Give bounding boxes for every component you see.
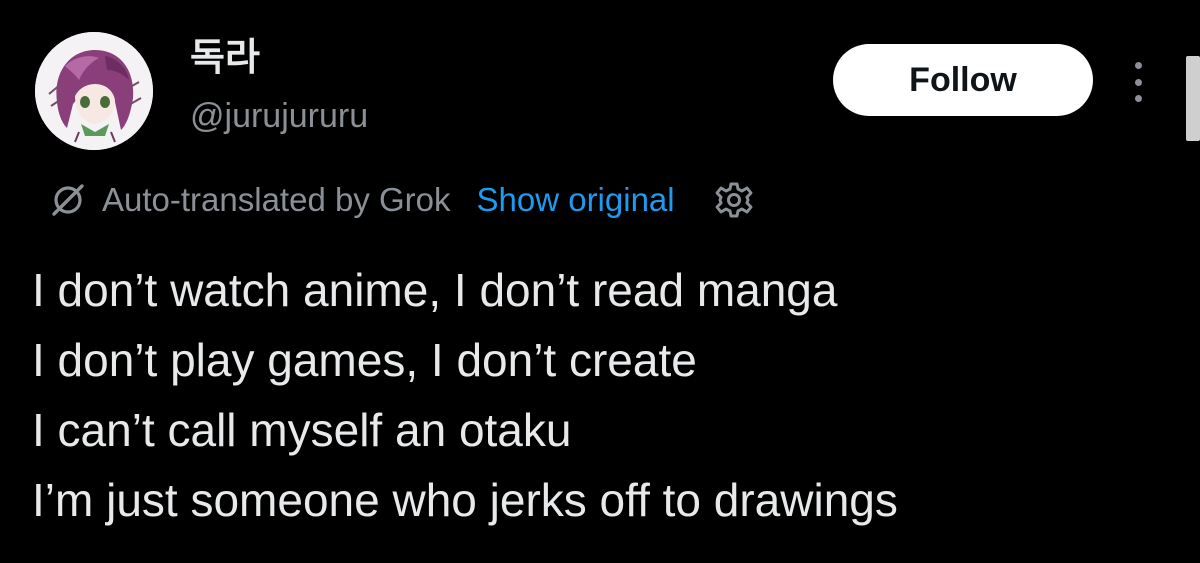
more-dot: [1134, 62, 1142, 69]
display-name[interactable]: 독라: [190, 37, 260, 80]
avatar[interactable]: [35, 32, 153, 150]
tweet-text: I don’t watch anime, I don’t read manga …: [32, 255, 898, 535]
tweet-line: I don’t watch anime, I don’t read manga: [32, 264, 838, 316]
gear-icon[interactable]: [713, 179, 755, 221]
follow-button[interactable]: Follow: [833, 44, 1093, 116]
scrollbar-thumb[interactable]: [1186, 56, 1200, 141]
translation-bar: Auto-translated by Grok Show original: [48, 178, 755, 222]
more-dot: [1134, 78, 1142, 86]
avatar-drawing: [35, 32, 153, 150]
more-dot: [1134, 95, 1142, 102]
tweet-line: I’m just someone who jerks off to drawin…: [32, 474, 898, 526]
grok-icon: [52, 184, 84, 216]
user-handle[interactable]: @jurujururu: [190, 97, 368, 135]
more-vertical-icon[interactable]: [1126, 62, 1150, 102]
tweet-line: I don’t play games, I don’t create: [32, 334, 697, 386]
tweet-line: I can’t call myself an otaku: [32, 404, 572, 456]
translated-label: Auto-translated by Grok: [102, 181, 451, 218]
show-original-link[interactable]: Show original: [477, 181, 675, 219]
